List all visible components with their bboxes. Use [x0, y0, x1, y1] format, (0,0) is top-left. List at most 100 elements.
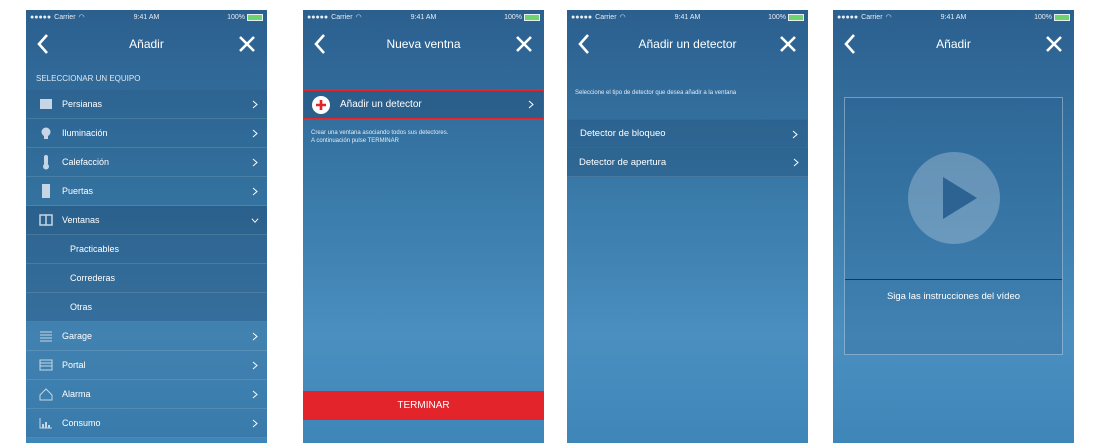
battery-label: 100% — [504, 13, 522, 21]
chart-icon — [39, 416, 53, 430]
wifi-icon: ◠ — [885, 14, 892, 21]
close-icon[interactable] — [237, 34, 257, 54]
screen-add-detector: ●●●●● Carrier ◠ 9:41 AM 100% Añadir un det… — [567, 10, 808, 443]
garage-icon — [39, 329, 53, 343]
chevron-right-icon — [792, 130, 798, 139]
page-title: Nueva ventna — [386, 37, 461, 51]
chevron-right-icon — [252, 361, 258, 370]
battery-icon — [524, 13, 540, 21]
help-line: Crear una ventana asociando todos sus de… — [311, 130, 449, 136]
back-icon[interactable] — [311, 32, 329, 56]
status-bar: ●●●●● Carrier ◠ 9:41 AM 100% — [303, 10, 544, 24]
submenu-item-otras[interactable]: Otras — [26, 293, 267, 322]
signal-icon: ●●●●● — [30, 13, 52, 21]
thermometer-icon — [39, 155, 53, 170]
chevron-right-icon — [252, 390, 258, 399]
menu-item-label: Otras — [70, 302, 93, 312]
chevron-down-icon — [251, 218, 259, 223]
menu-item-label: Calefacción — [62, 157, 110, 167]
status-bar: ●●●●● Carrier ◠ 9:41 AM 100% — [26, 10, 267, 24]
video-panel: Siga las instrucciones del vídeo — [844, 97, 1063, 355]
menu-item-alarma[interactable]: Alarma — [26, 380, 267, 409]
menu-item-label: Persianas — [62, 99, 103, 109]
chevron-right-icon — [252, 158, 258, 167]
close-icon[interactable] — [778, 34, 798, 54]
wifi-icon: ◠ — [619, 14, 626, 21]
back-icon[interactable] — [34, 32, 52, 56]
finish-button[interactable]: TERMINAR — [303, 391, 544, 420]
menu-item-garage[interactable]: Garage — [26, 322, 267, 351]
carrier-label: Carrier — [331, 13, 353, 21]
home-icon — [39, 387, 53, 401]
status-bar: ●●●●● Carrier ◠ 9:41 AM 100% — [833, 10, 1074, 24]
status-bar: ●●●●● Carrier ◠ 9:41 AM 100% — [567, 10, 808, 24]
detector-option-label: Detector de bloqueo — [580, 128, 666, 139]
menu-item-puertas[interactable]: Puertas — [26, 177, 267, 206]
battery-icon — [788, 13, 804, 21]
menu-item-label: Ventanas — [62, 215, 100, 225]
chevron-right-icon — [793, 158, 799, 167]
battery-label: 100% — [227, 13, 245, 21]
wifi-icon: ◠ — [78, 14, 85, 21]
submenu-item-correderas[interactable]: Correderas — [26, 264, 267, 293]
page-title: Añadir un detector — [638, 37, 737, 51]
door-icon — [39, 184, 53, 198]
detector-option-label: Detector de apertura — [579, 156, 667, 168]
carrier-label: Carrier — [861, 13, 883, 21]
submenu-item-practicables[interactable]: Practicables — [26, 235, 267, 264]
carrier-label: Carrier — [595, 13, 617, 21]
help-line: A continuación pulse TERMINAR — [311, 138, 399, 144]
menu-item-label: Consumo — [62, 418, 101, 428]
menu-item-label: Alarma — [62, 389, 91, 399]
menu-item-ventanas[interactable]: Ventanas — [26, 206, 267, 235]
window-icon — [39, 213, 53, 227]
nav-bar: Añadir — [833, 24, 1074, 64]
wifi-icon: ◠ — [355, 14, 362, 21]
screen-add-device: ●●●●● Carrier ◠ 9:41 AM 100% Añadir SELECC… — [26, 10, 267, 443]
help-text: Crear una ventana asociando todos sus de… — [311, 129, 536, 145]
menu-item-label: Garage — [62, 331, 93, 341]
add-detector-label: Añadir un detector — [340, 99, 422, 110]
detector-option-apertura[interactable]: Detector de apertura — [567, 148, 808, 177]
menu-item-calefaccion[interactable]: Calefacción — [26, 148, 267, 177]
close-icon[interactable] — [1044, 34, 1064, 54]
blinds-icon — [39, 97, 53, 111]
screen-new-window: ●●●●● Carrier ◠ 9:41 AM 100% Nueva ventna … — [303, 10, 544, 443]
menu-item-iluminacion[interactable]: Iluminación — [26, 119, 267, 148]
menu-item-label: Correderas — [70, 273, 116, 283]
chevron-right-icon — [252, 419, 258, 428]
bulb-icon — [39, 126, 53, 140]
nav-bar: Añadir un detector — [567, 24, 808, 64]
instruction-text: Seleccione el tipo de detector que desea… — [575, 90, 737, 96]
menu-item-label: Iluminación — [62, 128, 108, 138]
battery-icon — [1054, 13, 1070, 21]
chevron-right-icon — [528, 100, 534, 109]
chevron-right-icon — [252, 332, 258, 341]
video-caption: Siga las instrucciones del vídeo — [886, 291, 1021, 302]
add-detector-button[interactable]: Añadir un detector — [303, 90, 544, 119]
nav-bar: Añadir — [26, 24, 267, 64]
menu-item-persianas[interactable]: Persianas — [26, 90, 267, 119]
battery-label: 100% — [768, 13, 786, 21]
back-icon[interactable] — [841, 32, 859, 56]
close-icon[interactable] — [514, 34, 534, 54]
signal-icon: ●●●●● — [837, 13, 859, 21]
device-menu: Persianas Iluminación Calefacción Puerta… — [26, 90, 267, 438]
gate-icon — [39, 358, 53, 372]
detector-option-bloqueo[interactable]: Detector de bloqueo — [567, 119, 808, 148]
screen-video-instructions: ●●●●● Carrier ◠ 9:41 AM 100% Añadir Siga l… — [833, 10, 1074, 443]
play-icon[interactable] — [907, 151, 1001, 245]
signal-icon: ●●●●● — [571, 13, 593, 21]
menu-item-consumo[interactable]: Consumo — [26, 409, 267, 438]
nav-bar: Nueva ventna — [303, 24, 544, 64]
signal-icon: ●●●●● — [307, 13, 329, 21]
menu-item-label: Puertas — [62, 186, 94, 196]
page-title: Añadir — [129, 37, 164, 51]
back-icon[interactable] — [575, 32, 593, 56]
chevron-right-icon — [252, 129, 258, 138]
page-title: Añadir — [936, 37, 971, 51]
carrier-label: Carrier — [54, 13, 76, 21]
section-label: SELECCIONAR UN EQUIPO — [36, 74, 141, 83]
menu-item-portal[interactable]: Portal — [26, 351, 267, 380]
menu-item-label: Practicables — [70, 244, 120, 254]
